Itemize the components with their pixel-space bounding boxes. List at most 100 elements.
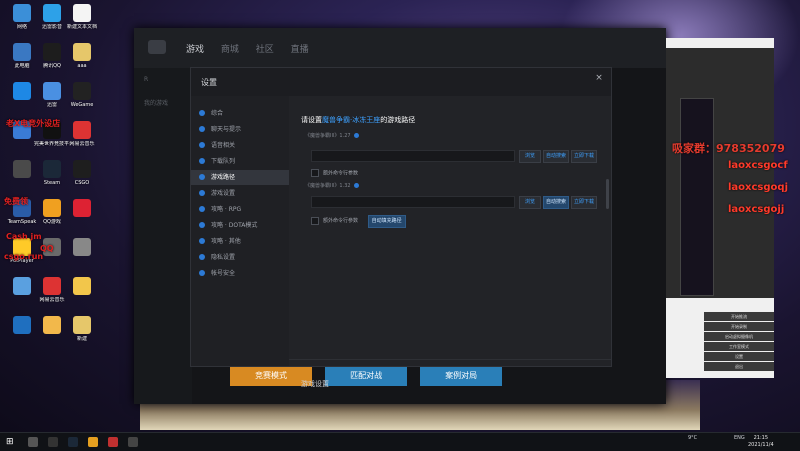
app-icon	[43, 199, 61, 217]
nav-item-icon	[199, 238, 205, 244]
extra-args-row: 额外命令行参数	[311, 169, 358, 177]
app-icon	[13, 82, 31, 100]
settings-nav-item[interactable]: 游戏路径	[191, 170, 289, 185]
desktop-icon[interactable]	[64, 199, 100, 219]
nav-item-icon	[199, 126, 205, 132]
obs-exit-button[interactable]: 退出	[704, 362, 774, 371]
taskview-icon[interactable]	[48, 437, 58, 447]
settings-nav-item[interactable]: 帐号安全	[191, 266, 289, 281]
extra-args-checkbox[interactable]	[311, 216, 319, 225]
competitive-mode-button[interactable]: 竞赛模式	[230, 366, 312, 386]
client-nav-game[interactable]: 游戏	[186, 45, 204, 55]
start-stream-button[interactable]: 开始推流	[704, 312, 774, 321]
steam-taskbar-icon[interactable]	[68, 437, 78, 447]
app-icon	[43, 160, 61, 178]
app-icon	[43, 4, 61, 22]
auto-search-button[interactable]: 自动搜索	[543, 150, 569, 163]
client-sidebar-item[interactable]: 我的游戏	[144, 98, 192, 107]
extra-args-row: 额外命令行参数 自动填充路径	[311, 215, 406, 228]
path-input[interactable]	[311, 150, 515, 162]
virtual-camera-button[interactable]: 启动虚拟摄像机	[704, 332, 774, 341]
language-indicator[interactable]: ENG	[734, 435, 745, 441]
app-icon	[13, 160, 31, 178]
settings-nav-item[interactable]: 隐私设置	[191, 250, 289, 265]
app-icon	[13, 4, 31, 22]
scrollbar[interactable]	[606, 179, 609, 209]
desktop-overlay-text: 老X电竞外设店	[6, 119, 61, 128]
settings-nav-item[interactable]: 聊天与提示	[191, 122, 289, 137]
clock[interactable]: 21:15 2021/11/4	[748, 435, 774, 449]
start-record-button[interactable]: 开始录制	[704, 322, 774, 331]
app-icon	[73, 316, 91, 334]
desktop-icon[interactable]: WeGame	[64, 82, 100, 108]
client-nav: 游戏 商城 社区 直播	[186, 42, 323, 55]
client-logo	[148, 40, 166, 54]
client-nav-shop[interactable]: 商城	[221, 45, 239, 55]
stream-overlay-qq: 吸家群：978352079	[672, 142, 785, 155]
section-title: 请设置魔兽争霸·冰冻王座的游戏路径	[301, 116, 416, 124]
desktop-icon[interactable]: aaa	[64, 43, 100, 69]
path-input[interactable]	[311, 196, 515, 208]
desktop-overlay-text: Cash jm	[6, 232, 42, 241]
app-icon	[73, 82, 91, 100]
stream-overlay-line: laoxcsgojj	[728, 204, 785, 215]
desktop-icon[interactable]	[64, 277, 100, 297]
auto-fill-path-button[interactable]: 自动填充路径	[367, 215, 406, 228]
settings-content: 请设置魔兽争霸·冰冻王座的游戏路径 《魔兽争霸III》1.27 浏览 自动搜索 …	[289, 96, 611, 388]
dialog-title: 设置	[201, 78, 217, 87]
settings-nav-item[interactable]: 攻略 · 其他	[191, 234, 289, 249]
desktop-icon[interactable]: 网易云音乐	[64, 121, 100, 147]
game-settings-heading: 游戏设置	[301, 380, 329, 388]
close-icon[interactable]: ×	[593, 72, 605, 84]
client-nav-live[interactable]: 直播	[291, 45, 309, 55]
nav-item-icon	[199, 158, 205, 164]
app-icon	[73, 277, 91, 295]
settings-nav-item[interactable]: 语音相关	[191, 138, 289, 153]
settings-nav-item[interactable]: 综合	[191, 106, 289, 121]
nav-item-icon	[199, 222, 205, 228]
info-icon[interactable]	[353, 183, 359, 188]
client-nav-community[interactable]: 社区	[256, 45, 274, 55]
case-match-button[interactable]: 案例对局	[420, 366, 503, 386]
settings-nav-item[interactable]: 游戏设置	[191, 186, 289, 201]
obs-settings-button[interactable]: 设置	[704, 352, 774, 361]
app-taskbar-icon[interactable]	[108, 437, 118, 447]
app-icon	[13, 277, 31, 295]
nav-item-icon	[199, 270, 205, 276]
extra-args-checkbox[interactable]	[311, 169, 319, 177]
app-icon	[43, 82, 61, 100]
app-icon	[73, 121, 91, 139]
settings-nav-item[interactable]: 下载队列	[191, 154, 289, 169]
auto-search-button[interactable]: 自动搜索	[543, 196, 569, 209]
match-battle-button[interactable]: 匹配对战	[325, 366, 408, 386]
nav-item-icon	[199, 110, 205, 116]
nav-item-icon	[199, 206, 205, 212]
desktop-icon[interactable]: 新建文本文档	[64, 4, 100, 30]
desktop-overlay-text: csgo.run	[4, 252, 44, 261]
obs-control-menu: 开始推流 开始录制 启动虚拟摄像机 工作室模式 设置 退出	[704, 312, 774, 372]
nav-item-icon	[199, 254, 205, 260]
browse-button[interactable]: 浏览	[519, 150, 541, 163]
desktop-icon[interactable]: CSGO	[64, 160, 100, 186]
download-now-button[interactable]: 立即下载	[571, 196, 597, 209]
settings-nav-item[interactable]: 攻略 · RPG	[191, 202, 289, 217]
windows-start-icon[interactable]: ⊞	[6, 437, 14, 447]
search-icon[interactable]	[28, 437, 38, 447]
game-name-highlight: 魔兽争霸·冰冻王座	[322, 116, 381, 124]
info-icon[interactable]	[353, 133, 359, 138]
desktop-icon[interactable]: 新建	[64, 316, 100, 342]
desktop-icon[interactable]	[64, 238, 100, 258]
desktop-overlay-text: QQ	[40, 244, 54, 253]
settings-nav: 综合 聊天与提示 语音相关 下载队列 游戏路径 游戏设置 攻略 · RPG 攻略 · DOTA…	[191, 96, 289, 366]
app-taskbar-icon[interactable]	[128, 437, 138, 447]
obs-preview	[680, 98, 714, 296]
settings-nav-item[interactable]: 攻略 · DOTA模式	[191, 218, 289, 233]
app-taskbar-icon[interactable]	[88, 437, 98, 447]
browse-button[interactable]: 浏览	[519, 196, 541, 209]
client-top-bar: 游戏 商城 社区 直播	[134, 28, 666, 68]
client-sidebar-item[interactable]: R	[144, 76, 192, 83]
studio-mode-button[interactable]: 工作室模式	[704, 342, 774, 351]
weather-text[interactable]: 9°C	[688, 435, 697, 441]
desktop-overlay-text: 免费领	[4, 197, 28, 206]
download-now-button[interactable]: 立即下载	[571, 150, 597, 163]
